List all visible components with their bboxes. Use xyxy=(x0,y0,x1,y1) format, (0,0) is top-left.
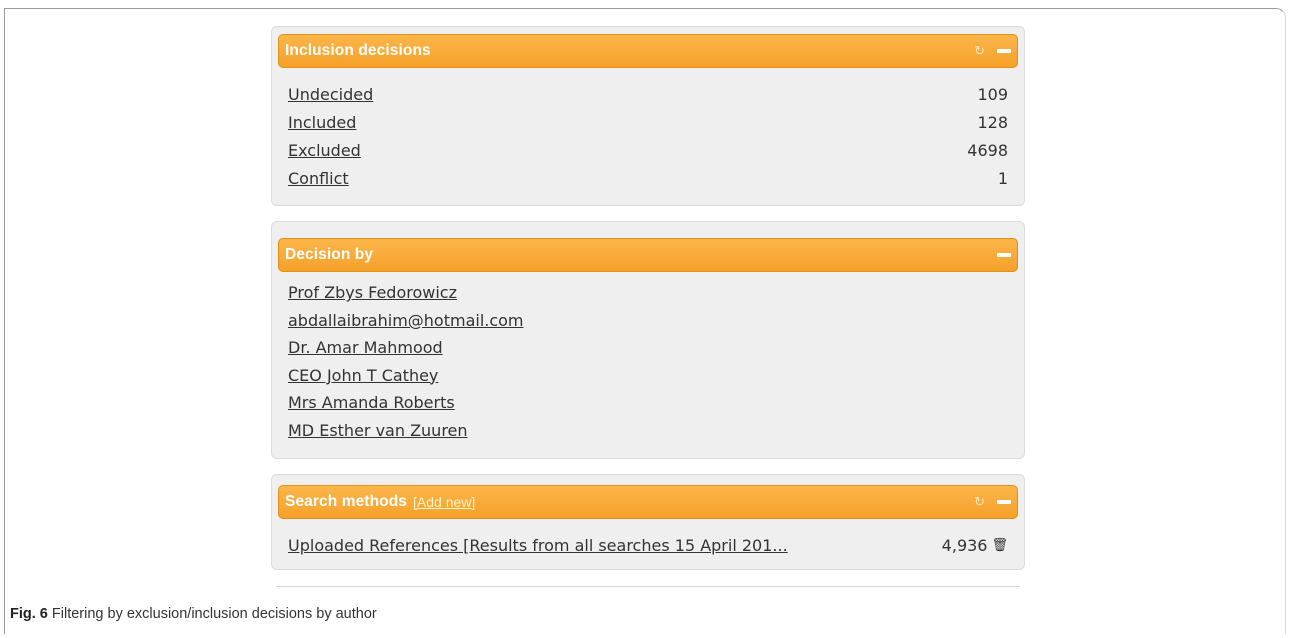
inclusion-decisions-header[interactable]: Inclusion decisions ↻ xyxy=(278,34,1018,68)
search-method-link[interactable]: Uploaded References [Results from all se… xyxy=(288,536,788,555)
panel-title: Decision by xyxy=(285,246,374,263)
count-value: 109 xyxy=(977,84,1008,104)
list-item: Uploaded References [Results from all se… xyxy=(288,531,1008,559)
reviewer-link[interactable]: MD Esther van Zuuren xyxy=(288,421,468,440)
list-item: MD Esther van Zuuren xyxy=(288,417,1008,445)
panel-title: Inclusion decisions xyxy=(285,42,431,59)
count-value: 128 xyxy=(977,112,1008,132)
refresh-icon[interactable]: ↻ xyxy=(974,43,985,59)
list-item: Dr. Amar Mahmood xyxy=(288,334,1008,362)
list-item: Prof Zbys Fedorowicz xyxy=(288,279,1008,307)
list-item: Mrs Amanda Roberts xyxy=(288,389,1008,417)
count-value: 4698 xyxy=(967,140,1008,160)
reviewer-link[interactable]: abdallaibrahim@hotmail.com xyxy=(288,311,524,330)
divider xyxy=(276,586,1020,587)
filter-excluded-link[interactable]: Excluded xyxy=(288,141,361,160)
filter-undecided-link[interactable]: Undecided xyxy=(288,85,373,104)
list-item: Included 128 xyxy=(288,108,1008,136)
refresh-icon[interactable]: ↻ xyxy=(974,494,985,510)
caption-text: Filtering by exclusion/inclusion decisio… xyxy=(47,606,377,622)
trash-icon[interactable]: 🗑 xyxy=(991,538,1008,553)
decision-by-header[interactable]: Decision by xyxy=(278,238,1018,272)
collapse-icon[interactable] xyxy=(997,49,1011,53)
add-new-link[interactable]: [Add new] xyxy=(413,494,475,510)
caption-label: Fig. 6 xyxy=(10,606,48,622)
collapse-icon[interactable] xyxy=(997,500,1011,504)
reviewer-link[interactable]: Prof Zbys Fedorowicz xyxy=(288,283,457,302)
list-item: abdallaibrahim@hotmail.com xyxy=(288,307,1008,335)
inclusion-decisions-panel: Inclusion decisions ↻ Undecided 109 Incl… xyxy=(271,26,1025,206)
list-item: Excluded 4698 xyxy=(288,136,1008,164)
collapse-icon[interactable] xyxy=(997,253,1011,257)
decision-by-panel: Decision by Prof Zbys Fedorowicz abdalla… xyxy=(271,221,1025,459)
figure-caption: Fig. 6 Filtering by exclusion/inclusion … xyxy=(10,606,377,622)
list-item: CEO John T Cathey xyxy=(288,362,1008,390)
reviewer-link[interactable]: Dr. Amar Mahmood xyxy=(288,338,443,357)
count-value: 4,936 xyxy=(941,535,988,555)
reviewer-link[interactable]: CEO John T Cathey xyxy=(288,366,438,385)
search-methods-header[interactable]: Search methods [Add new] ↻ xyxy=(278,485,1018,519)
filter-included-link[interactable]: Included xyxy=(288,113,356,132)
list-item: Conflict 1 xyxy=(288,164,1008,192)
reviewer-link[interactable]: Mrs Amanda Roberts xyxy=(288,393,455,412)
panel-title: Search methods xyxy=(285,493,407,510)
count-value: 1 xyxy=(997,168,1008,188)
filter-conflict-link[interactable]: Conflict xyxy=(288,169,349,188)
list-item: Undecided 109 xyxy=(288,80,1008,108)
search-methods-panel: Search methods [Add new] ↻ Uploaded Refe… xyxy=(271,474,1025,570)
